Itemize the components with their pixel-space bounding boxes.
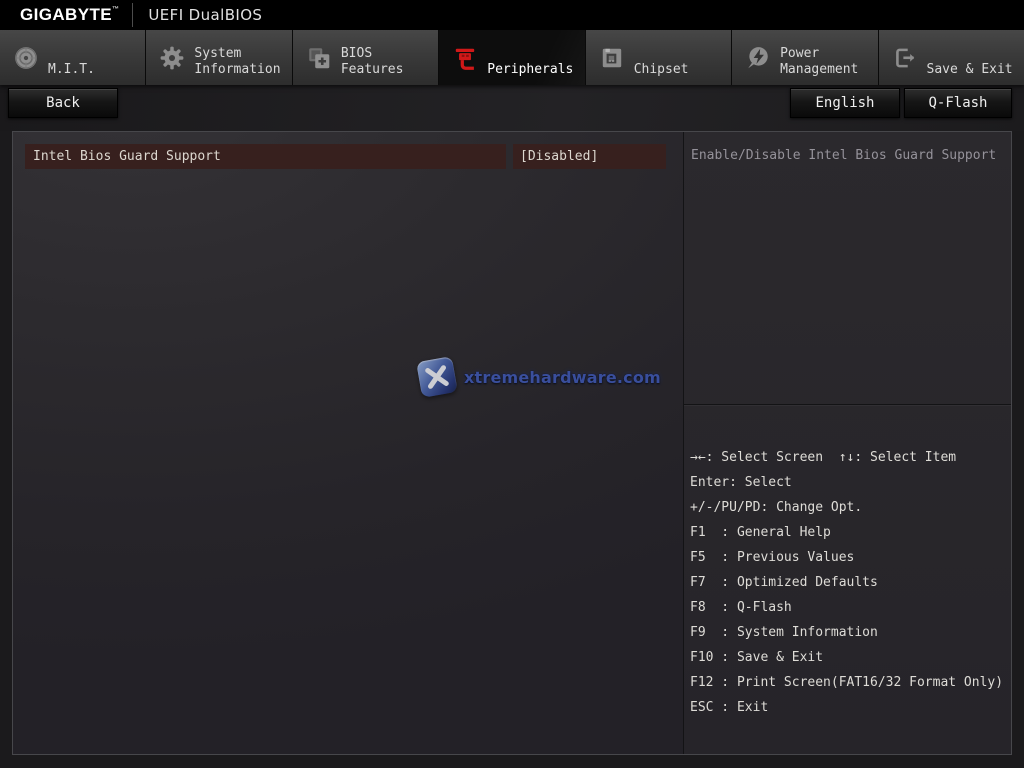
- exit-icon: [895, 48, 914, 67]
- tab-label-system-information: System Information: [194, 45, 281, 77]
- back-button[interactable]: Back: [8, 88, 118, 118]
- tab-label-power-management: Power Management: [780, 45, 859, 77]
- watermark: xtremehardware.com: [416, 356, 661, 398]
- tab-save-exit[interactable]: Save & Exit: [878, 30, 1024, 85]
- legend-row: F9 : System Information: [690, 625, 878, 640]
- dial-icon: [15, 46, 37, 69]
- key-legend: →←: Select Screen ↑↓: Select Item Enter:…: [684, 404, 1011, 754]
- lightning-icon: [748, 46, 768, 68]
- legend-row: F5 : Previous Values: [690, 550, 855, 565]
- sub-bar: Back English Q-Flash: [0, 85, 1024, 131]
- tab-system-information[interactable]: System Information: [146, 30, 293, 85]
- app-title: UEFI DualBIOS: [148, 6, 263, 24]
- gear-icon: [161, 46, 184, 69]
- gigabyte-logo: GIGABYTE™: [20, 5, 120, 24]
- tab-bar: M.I.T. System Information BIOS Features …: [0, 30, 1024, 85]
- language-button[interactable]: English: [790, 88, 900, 118]
- tab-label-save-exit: Save & Exit: [926, 61, 1013, 77]
- legend-row: F10 : Save & Exit: [690, 650, 824, 665]
- topbar-divider: [132, 3, 134, 27]
- legend-row: F12 : Print Screen(FAT16/32 Format Only): [690, 675, 1004, 690]
- tab-label-bios-features: BIOS Features: [340, 45, 404, 77]
- legend-row: F1 : General Help: [690, 525, 831, 540]
- trademark-symbol: ™: [112, 6, 120, 13]
- tab-label-chipset: Chipset: [633, 61, 689, 77]
- setting-intel-bios-guard-value[interactable]: [Disabled]: [513, 144, 666, 169]
- legend-row: ESC : Exit: [690, 700, 769, 715]
- bios-screen: GIGABYTE™ UEFI DualBIOS M.I.T. System In…: [0, 0, 1024, 768]
- watermark-text: xtremehardware.com: [464, 367, 661, 387]
- tab-chipset[interactable]: Chipset: [585, 30, 733, 85]
- usb-device-icon: [456, 48, 475, 70]
- legend-row: +/-/PU/PD: Change Opt.: [690, 500, 863, 515]
- item-help-text: Enable/Disable Intel Bios Guard Support: [691, 148, 997, 163]
- tab-label-mit: M.I.T.: [48, 61, 95, 77]
- legend-row: Enter: Select: [690, 475, 792, 490]
- help-pane: Enable/Disable Intel Bios Guard Support …: [683, 132, 1011, 754]
- tab-peripherals[interactable]: Peripherals: [439, 30, 586, 85]
- tab-bios-features[interactable]: BIOS Features: [292, 30, 440, 85]
- tab-mit[interactable]: M.I.T.: [0, 30, 147, 85]
- legend-row: F7 : Optimized Defaults: [690, 575, 878, 590]
- top-bar: GIGABYTE™ UEFI DualBIOS: [0, 0, 1024, 30]
- qflash-button[interactable]: Q-Flash: [904, 88, 1012, 118]
- watermark-x-icon: [416, 356, 458, 398]
- setting-intel-bios-guard-label[interactable]: Intel Bios Guard Support: [25, 144, 506, 169]
- settings-pane: Intel Bios Guard Support [Disabled] xtre…: [13, 132, 683, 754]
- legend-row: →←: Select Screen ↑↓: Select Item: [690, 450, 957, 465]
- legend-row: F8 : Q-Flash: [690, 600, 792, 615]
- tab-label-peripherals: Peripherals: [487, 61, 574, 77]
- chips-icon: [309, 47, 330, 68]
- chip-icon: [602, 48, 621, 67]
- tab-power-management[interactable]: Power Management: [732, 30, 879, 85]
- main-panel: Intel Bios Guard Support [Disabled] xtre…: [12, 131, 1012, 755]
